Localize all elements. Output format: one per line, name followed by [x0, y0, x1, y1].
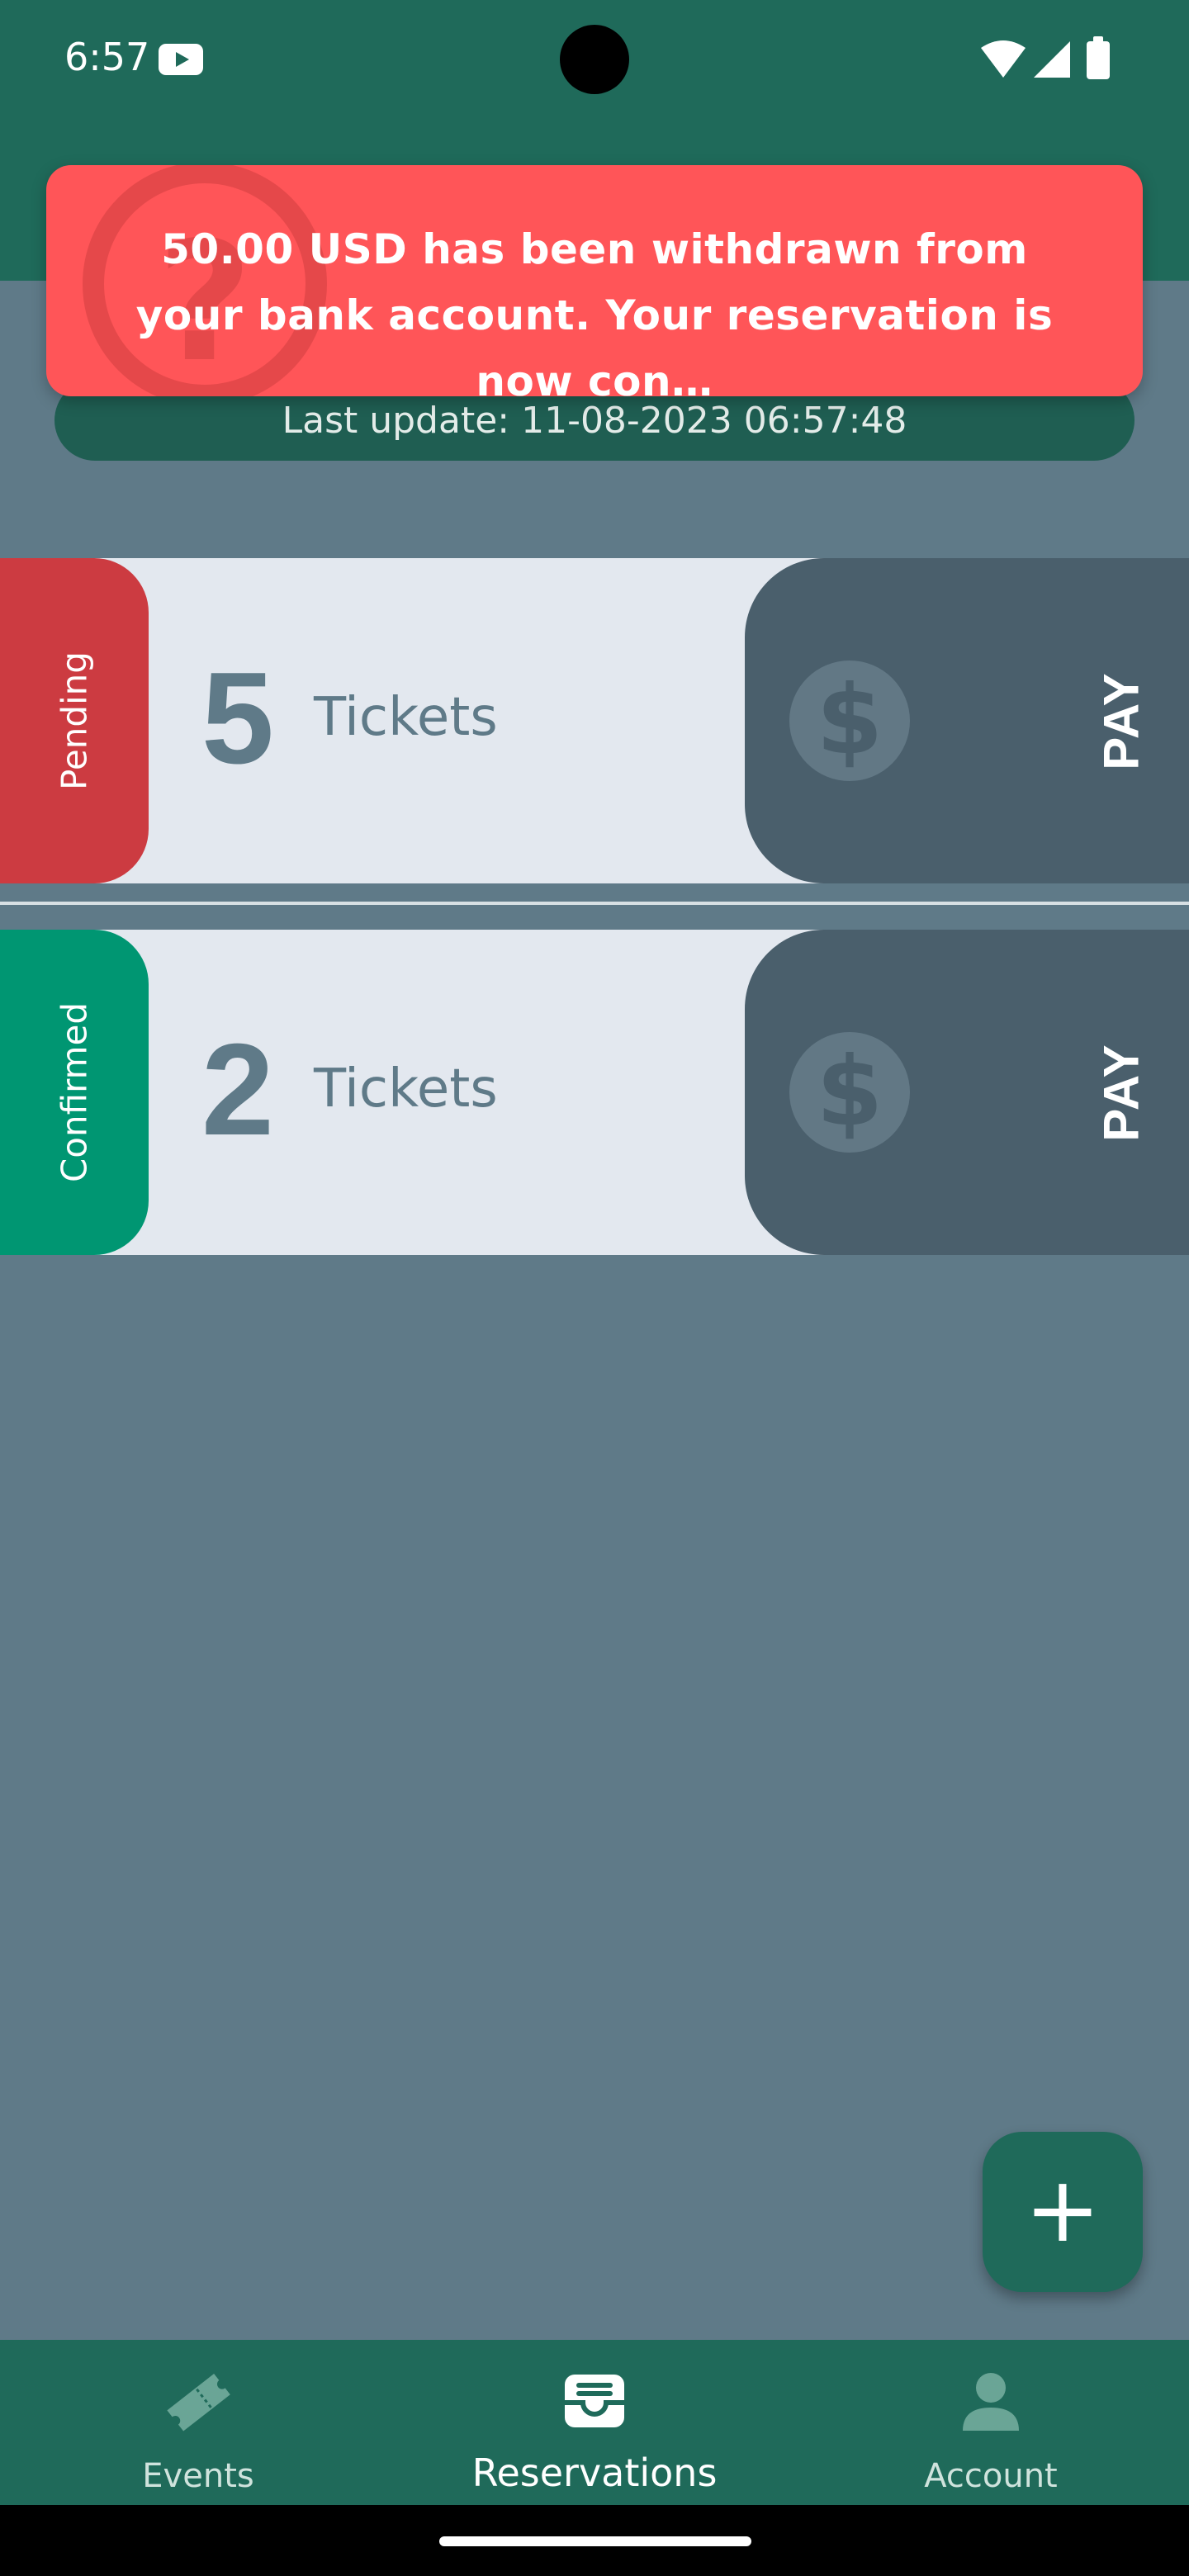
ticket-unit: Tickets: [314, 687, 498, 748]
nav-item-events[interactable]: Events: [0, 2340, 396, 2505]
status-bar: 6:57: [0, 0, 1189, 124]
home-gesture-bar[interactable]: [439, 2536, 751, 2546]
dollar-icon: $: [789, 1032, 910, 1153]
ticket-count: 5: [201, 646, 274, 791]
pay-button[interactable]: $ PAY: [745, 558, 1189, 883]
nav-label: Account: [924, 2457, 1058, 2495]
gesture-area: [0, 2505, 1189, 2576]
reservation-card[interactable]: Confirmed 2 Tickets $ PAY: [0, 930, 1189, 1255]
toast-message: 50.00 USD has been withdrawn from your b…: [135, 225, 1054, 396]
wifi-icon: [981, 40, 1026, 78]
status-tab-pending: Pending: [0, 558, 149, 883]
pay-label: PAY: [1093, 1043, 1149, 1142]
battery-icon: [1087, 36, 1110, 79]
ticket-count: 2: [201, 1017, 274, 1163]
status-label: Pending: [54, 651, 95, 790]
pay-label: PAY: [1093, 671, 1149, 770]
nav-label: Events: [142, 2457, 254, 2495]
ticket-icon: [167, 2374, 230, 2432]
bottom-navigation: Events Reservations Account: [0, 2340, 1189, 2505]
reservation-card[interactable]: Pending 5 Tickets $ PAY: [0, 558, 1189, 883]
ticket-unit: Tickets: [314, 1058, 498, 1120]
add-reservation-button[interactable]: +: [983, 2132, 1143, 2292]
nav-item-reservations[interactable]: Reservations: [396, 2340, 793, 2505]
signal-icon: [1034, 41, 1070, 78]
divider: [0, 902, 1189, 905]
pay-button[interactable]: $ PAY: [745, 930, 1189, 1255]
nav-label: Reservations: [471, 2451, 718, 2495]
dollar-icon: $: [789, 661, 910, 781]
status-time: 6:57: [64, 35, 150, 79]
inbox-icon: [565, 2375, 624, 2427]
status-label: Confirmed: [54, 1002, 95, 1183]
person-icon: [963, 2373, 1019, 2431]
nav-item-account[interactable]: Account: [793, 2340, 1189, 2505]
payment-toast[interactable]: ? 50.00 USD has been withdrawn from your…: [46, 165, 1143, 396]
status-tab-confirmed: Confirmed: [0, 930, 149, 1255]
youtube-icon: [159, 44, 203, 75]
camera-cutout: [560, 25, 629, 94]
